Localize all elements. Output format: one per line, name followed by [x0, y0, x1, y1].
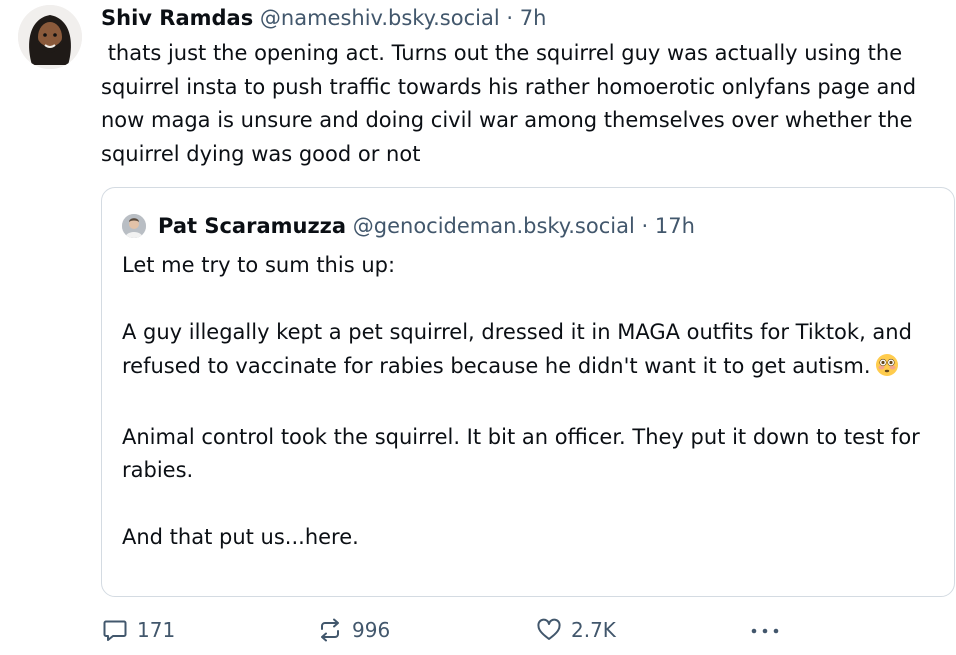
post-header: Shiv Ramdas @nameshiv.bsky.social · 7h	[101, 4, 546, 32]
repost-count: 996	[352, 618, 391, 642]
quoted-paragraph: A guy illegally kept a pet squirrel, dre…	[122, 316, 932, 387]
author-handle[interactable]: @nameshiv.bsky.social	[260, 6, 500, 30]
more-options-button[interactable]	[748, 612, 782, 648]
reply-count: 171	[137, 618, 176, 642]
author-avatar[interactable]	[18, 5, 82, 69]
separator-dot: ·	[506, 6, 514, 30]
quoted-paragraph-text: A guy illegally kept a pet squirrel, dre…	[122, 320, 912, 378]
quoted-separator-dot: ·	[641, 214, 649, 238]
post-text: thats just the opening act. Turns out th…	[101, 41, 923, 166]
author-name[interactable]: Shiv Ramdas	[101, 6, 253, 30]
flushed-face-emoji-icon	[875, 353, 899, 388]
quoted-post-timestamp[interactable]: 17h	[655, 214, 695, 238]
quoted-author-handle[interactable]: @genocideman.bsky.social	[353, 214, 635, 238]
quoted-post-text: Let me try to sum this up: A guy illegal…	[122, 249, 932, 555]
repost-button[interactable]: 996	[316, 612, 390, 648]
quoted-author-avatar[interactable]	[122, 214, 146, 238]
quoted-paragraph: Let me try to sum this up:	[122, 253, 396, 277]
post-timestamp[interactable]: 7h	[520, 6, 547, 30]
post: Shiv Ramdas @nameshiv.bsky.social · 7h t…	[0, 0, 956, 655]
reply-button[interactable]: 171	[101, 612, 175, 648]
repost-arrows-icon	[316, 616, 344, 644]
quoted-post[interactable]: Pat Scaramuzza @genocideman.bsky.social …	[101, 187, 955, 597]
more-dots-icon	[748, 616, 782, 644]
speech-bubble-icon	[101, 616, 129, 644]
quoted-post-header: Pat Scaramuzza @genocideman.bsky.social …	[158, 211, 695, 241]
post-actions: 171 996 2.7K	[0, 612, 956, 648]
quoted-paragraph: And that put us...here.	[122, 525, 359, 549]
quoted-paragraph: Animal control took the squirrel. It bit…	[122, 424, 920, 483]
like-button[interactable]: 2.7K	[535, 612, 616, 648]
heart-icon	[535, 616, 563, 644]
like-count: 2.7K	[571, 618, 616, 642]
quoted-author-name[interactable]: Pat Scaramuzza	[158, 214, 346, 238]
